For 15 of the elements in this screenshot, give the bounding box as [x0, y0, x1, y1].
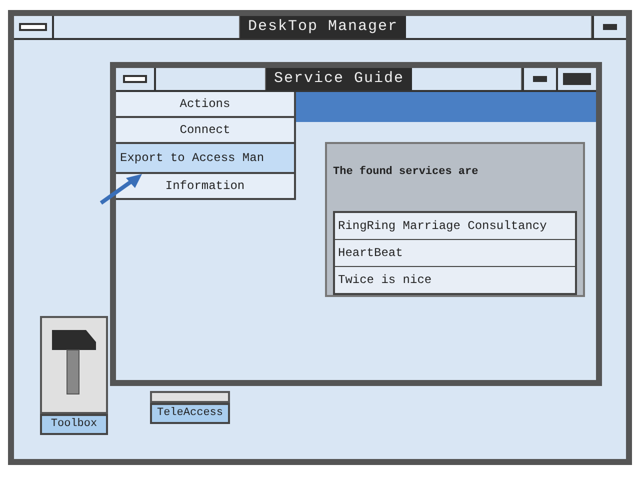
window-title: Service Guide: [266, 68, 412, 90]
menu-item[interactable]: Actions: [116, 92, 296, 118]
menu-item[interactable]: Connect: [116, 118, 296, 144]
service-item[interactable]: Twice is nice: [335, 266, 575, 292]
menu-item[interactable]: Export to Access Man: [116, 144, 296, 174]
icon-frame[interactable]: [150, 391, 230, 403]
icon-label[interactable]: Toolbox: [40, 414, 108, 434]
service-item[interactable]: HeartBeat: [335, 240, 575, 266]
panel-heading: The found services are: [333, 164, 480, 180]
service-item[interactable]: RingRing Marriage Consultancy: [335, 212, 575, 240]
window-title: DeskTop Manager: [240, 16, 406, 38]
system-menu-icon[interactable]: [19, 23, 47, 31]
system-menu-icon[interactable]: [123, 75, 147, 83]
icon-label[interactable]: TeleAccess: [150, 403, 230, 424]
menu-item[interactable]: Information: [116, 174, 296, 200]
